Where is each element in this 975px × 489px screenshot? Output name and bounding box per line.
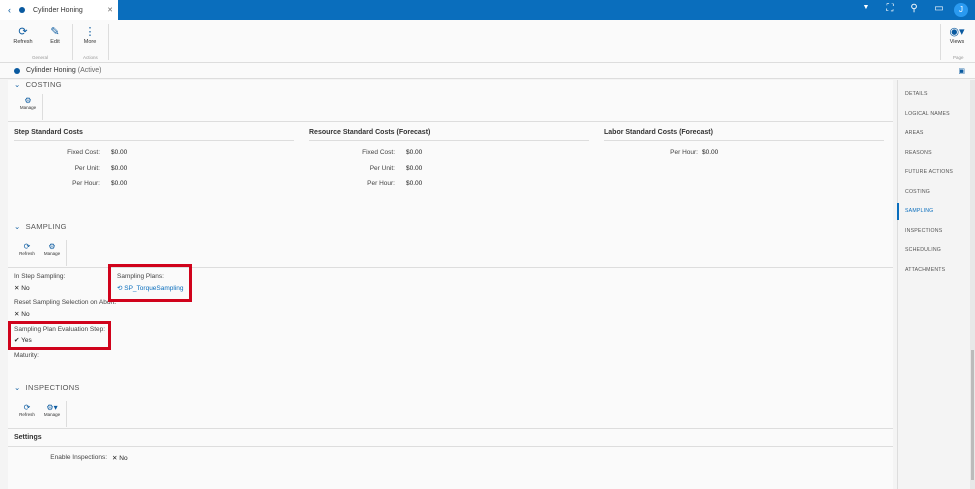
group-actions: Actions [83,55,98,60]
enable-inspections-value: ✕ No [112,455,128,462]
views-button[interactable]: ◉▾ Views [942,25,972,45]
section-costing[interactable]: ⌄ COSTING [14,80,62,89]
sampling-manage-button[interactable]: ⚙ Manage [41,242,63,256]
chevron-down-icon: ⌄ [14,222,21,231]
page-header: Cylinder Honing (Active) ▣ [0,63,975,79]
in-step-sampling-value: ✕ No [14,285,30,292]
divider [8,121,893,122]
resource-costs-title: Resource Standard Costs (Forecast) [309,129,431,136]
nav-item-scheduling[interactable]: SCHEDULING [905,247,941,253]
chevron-down-icon: ⌄ [14,383,21,392]
pencil-icon: ✎ [50,26,60,38]
label: Per Hour: [367,180,395,187]
label: Enable Inspections: [50,454,107,461]
scrollbar-thumb[interactable] [971,350,974,480]
edit-button[interactable]: ✎ Edit [40,25,70,45]
tab-title: Cylinder Honing [33,6,83,14]
group-page: Page [953,55,964,60]
value: $0.00 [406,180,423,187]
search-icon[interactable]: ⚲ [903,3,925,14]
value: $0.00 [111,165,128,172]
label: Reset Sampling Selection on Abort: [14,299,117,306]
sampling-refresh-button[interactable]: ⟳ Refresh [16,242,38,256]
refresh-icon: ⟳ [18,26,28,38]
top-bar [0,0,975,20]
chat-icon[interactable]: ▭ [928,3,950,14]
value: $0.00 [406,165,423,172]
value: $0.00 [111,149,128,156]
document-tab[interactable]: ‹ Cylinder Honing ✕ [0,0,118,20]
value: $0.00 [702,149,719,156]
step-costs-title: Step Standard Costs [14,129,83,136]
toolbar: ⟳ Refresh ✎ Edit ⋮ More General Actions ◉▾ V… [0,20,975,63]
nav-item-future-actions[interactable]: FUTURE ACTIONS [905,169,953,175]
refresh-icon: ⟳ [23,242,31,251]
gear-icon: ⚙ [24,96,32,105]
nav-item-attachments[interactable]: ATTACHMENTS [905,267,945,273]
nav-item-inspections[interactable]: INSPECTIONS [905,228,942,234]
edit-label: Edit [50,39,60,45]
divider [72,24,73,60]
avatar[interactable]: J [954,3,968,17]
gear-icon: ⚙ [48,242,56,251]
fullscreen-icon[interactable]: ⛶ [879,3,901,14]
main-content: ⌄ COSTING ⚙ Manage Step Standard Costs Fix… [8,80,893,489]
gear-icon: ⚙▾ [46,403,58,412]
label: Fixed Cost: [67,149,100,156]
page-title: Cylinder Honing (Active) [26,67,102,74]
entity-icon [14,67,20,74]
divider [108,24,109,60]
refresh-button[interactable]: ⟳ Refresh [8,25,38,45]
refresh-label: Refresh [13,39,33,45]
nav-item-areas[interactable]: AREAS [905,130,924,136]
chevron-down-icon: ⌄ [14,80,21,89]
more-button[interactable]: ⋮ More [75,25,105,45]
back-icon[interactable]: ‹ [8,5,11,15]
value: $0.00 [111,180,128,187]
group-general: General [32,55,49,60]
nav-item-details[interactable]: DETAILS [905,91,928,97]
nav-item-sampling[interactable]: SAMPLING [905,208,933,214]
nav-item-reasons[interactable]: REASONS [905,150,932,156]
label: Per Hour: [670,149,698,156]
label: Per Unit: [74,165,100,172]
entity-icon [19,7,25,13]
nav-item-costing[interactable]: COSTING [905,189,930,195]
inspections-refresh-button[interactable]: ⟳ Refresh [16,403,38,417]
inspections-manage-button[interactable]: ⚙▾ Manage [41,403,63,417]
divider [940,24,941,60]
label: Per Hour: [72,180,100,187]
close-icon[interactable]: ✕ [107,6,113,14]
more-icon: ⋮ [84,26,96,38]
value: $0.00 [406,149,423,156]
nav-item-logical-names[interactable]: LOGICAL NAMES [905,111,950,117]
section-sampling[interactable]: ⌄ SAMPLING [14,222,67,231]
section-nav: DETAILS LOGICAL NAMES AREAS REASONS FUTURE A… [897,80,967,489]
dropdown-icon[interactable]: ▼ [855,4,877,11]
more-label: More [83,39,97,45]
panel-toggle-icon[interactable]: ▣ [958,67,965,75]
eye-icon: ◉▾ [949,26,965,38]
active-indicator [897,203,899,220]
costing-manage-button[interactable]: ⚙ Manage [17,96,39,110]
section-inspections[interactable]: ⌄ INSPECTIONS [14,383,80,392]
refresh-icon: ⟳ [23,403,31,412]
label: Per Unit: [369,165,395,172]
label: In Step Sampling: [14,273,66,280]
label: Maturity: [14,352,39,359]
labor-costs-title: Labor Standard Costs (Forecast) [604,129,713,136]
highlight-box [108,264,192,302]
label: Fixed Cost: [362,149,395,156]
highlight-box [8,321,111,350]
settings-title: Settings [14,434,42,441]
reset-sampling-value: ✕ No [14,311,30,318]
views-label: Views [949,39,965,45]
